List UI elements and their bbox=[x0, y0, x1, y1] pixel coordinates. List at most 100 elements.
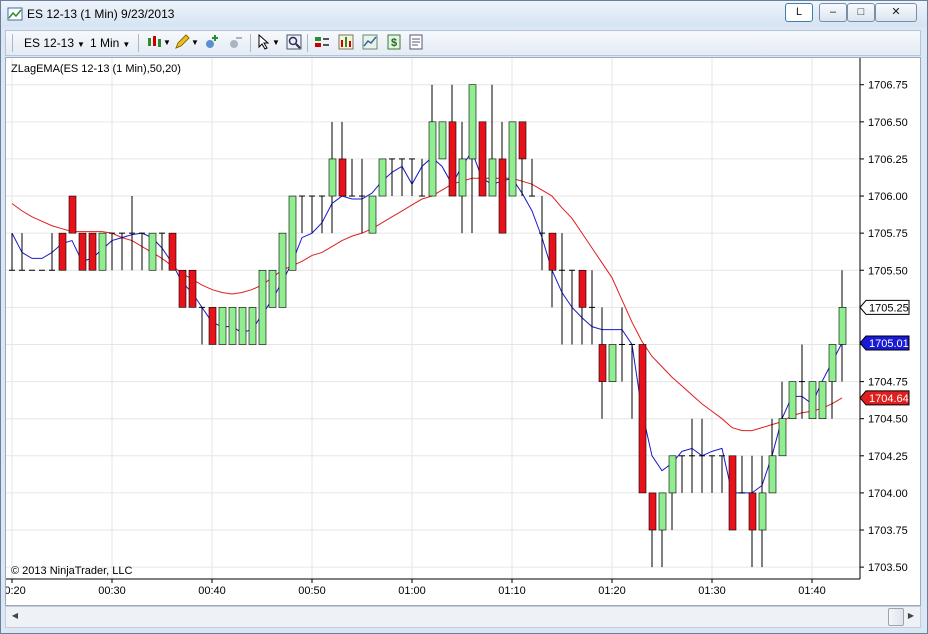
down-bar bbox=[578, 269, 587, 308]
up-bar bbox=[768, 455, 777, 494]
chart-window-icon bbox=[7, 7, 23, 21]
price-badge-label: 1705.01 bbox=[869, 338, 909, 350]
cursor-icon[interactable] bbox=[256, 34, 272, 50]
up-bar bbox=[248, 307, 257, 345]
title-bar[interactable]: ES 12-13 (1 Min) 9/23/2013 L – □ ✕ bbox=[1, 1, 927, 27]
up-bar bbox=[658, 492, 667, 531]
window-title: ES 12-13 (1 Min) 9/23/2013 bbox=[27, 7, 175, 21]
down-bar bbox=[548, 232, 557, 271]
chevron-down-icon[interactable]: ▼ bbox=[272, 34, 280, 52]
up-bar bbox=[608, 344, 617, 382]
up-bar bbox=[278, 232, 287, 308]
chart-window: ES 12-13 (1 Min) 9/23/2013 L – □ ✕ ES 12… bbox=[0, 0, 928, 634]
data-box-icon[interactable] bbox=[362, 34, 378, 50]
price-tick-label: 1705.75 bbox=[868, 228, 908, 240]
interval-label: 1 Min bbox=[90, 36, 120, 50]
time-tick-label: 01:20 bbox=[598, 585, 626, 597]
down-bar bbox=[478, 121, 487, 197]
price-badge-label: 1705.25 bbox=[869, 302, 909, 314]
time-axis[interactable]: 00:20 00:30 00:40 00:50 01:00 01:10 01:20 01:30… bbox=[0, 579, 826, 597]
close-button[interactable]: ✕ bbox=[875, 3, 917, 22]
down-bar bbox=[188, 269, 197, 308]
chevron-down-icon[interactable]: ▼ bbox=[191, 34, 199, 52]
layout-button[interactable]: L bbox=[785, 3, 813, 22]
down-bar bbox=[68, 195, 77, 234]
up-bar bbox=[228, 307, 237, 345]
candlestick-bars bbox=[9, 84, 847, 568]
money-icon[interactable]: $ bbox=[386, 34, 402, 50]
interval-selector[interactable]: 1 Min ▼ bbox=[90, 34, 130, 52]
maximize-button[interactable]: □ bbox=[847, 3, 875, 22]
fast-ema-line bbox=[11, 150, 843, 494]
chevron-down-icon[interactable]: ▼ bbox=[163, 34, 171, 52]
down-bar bbox=[208, 307, 217, 345]
horizontal-scrollbar[interactable]: ◀ ▶ bbox=[5, 606, 921, 628]
instrument-selector[interactable]: ES 12-13 ▼ bbox=[24, 34, 85, 52]
up-bar bbox=[368, 195, 377, 234]
up-bar bbox=[508, 121, 517, 197]
slow-ema-line bbox=[11, 177, 843, 432]
up-bar bbox=[428, 121, 437, 197]
up-bar bbox=[808, 381, 817, 419]
toolbar-separator bbox=[250, 34, 251, 52]
chart-toolbar: ES 12-13 ▼ 1 Min ▼ ▼ ▼ ▼ $ bbox=[5, 30, 921, 56]
pencil-draw-icon[interactable] bbox=[174, 34, 190, 50]
price-tick-label: 1704.00 bbox=[868, 488, 908, 500]
price-tick-label: 1705.50 bbox=[868, 265, 908, 277]
scroll-right-icon[interactable]: ▶ bbox=[904, 609, 918, 623]
up-bar bbox=[838, 307, 847, 345]
copyright-label: © 2013 NinjaTrader, LLC bbox=[11, 565, 132, 577]
up-bar bbox=[828, 344, 837, 382]
minimize-button[interactable]: – bbox=[819, 3, 847, 22]
down-bar bbox=[178, 269, 187, 308]
price-axis[interactable]: 1706.75 1706.50 1706.25 1706.00 1705.75 1705.… bbox=[860, 80, 908, 574]
up-bar bbox=[288, 195, 297, 271]
up-bar bbox=[218, 307, 227, 345]
price-tick-label: 1704.75 bbox=[868, 377, 908, 389]
scroll-left-icon[interactable]: ◀ bbox=[8, 609, 22, 623]
time-tick-label: 00:30 bbox=[98, 585, 126, 597]
price-tick-label: 1706.00 bbox=[868, 191, 908, 203]
down-bar bbox=[88, 232, 97, 271]
candlestick-style-icon[interactable] bbox=[146, 34, 162, 50]
up-bar bbox=[148, 232, 157, 271]
scrollbar-thumb[interactable] bbox=[888, 608, 904, 626]
price-badge-label: 1704.64 bbox=[869, 393, 909, 405]
up-bar bbox=[268, 269, 277, 308]
svg-text:$: $ bbox=[391, 37, 397, 49]
down-bar bbox=[338, 158, 347, 197]
price-tick-label: 1704.25 bbox=[868, 451, 908, 463]
time-tick-label: 00:40 bbox=[198, 585, 226, 597]
remove-indicator-icon[interactable] bbox=[228, 34, 244, 50]
price-tick-label: 1706.25 bbox=[868, 154, 908, 166]
instrument-label: ES 12-13 bbox=[24, 36, 75, 50]
down-bar bbox=[748, 492, 757, 531]
chevron-down-icon: ▼ bbox=[122, 40, 131, 49]
zoom-icon[interactable] bbox=[286, 34, 302, 50]
strategies-icon[interactable] bbox=[314, 34, 330, 50]
price-badges: 1705.25 1705.01 1704.64 bbox=[859, 299, 910, 406]
properties-icon[interactable] bbox=[408, 34, 424, 50]
down-bar bbox=[78, 232, 87, 271]
up-bar bbox=[458, 158, 467, 197]
up-bar bbox=[488, 158, 497, 197]
chart-bars-icon[interactable] bbox=[338, 34, 354, 50]
up-bar bbox=[668, 455, 677, 494]
price-tick-label: 1703.75 bbox=[868, 525, 908, 537]
up-bar bbox=[438, 121, 447, 160]
toolbar-separator bbox=[307, 34, 308, 52]
time-tick-label: 01:40 bbox=[798, 585, 826, 597]
time-tick-label: 00:50 bbox=[298, 585, 326, 597]
up-bar bbox=[788, 381, 797, 419]
up-bar bbox=[758, 492, 767, 531]
down-bar bbox=[518, 121, 527, 160]
add-indicator-icon[interactable] bbox=[204, 34, 220, 50]
time-tick-label: 01:00 bbox=[398, 585, 426, 597]
chevron-down-icon: ▼ bbox=[77, 40, 85, 49]
up-bar bbox=[258, 269, 267, 345]
price-chart[interactable]: 1706.75 1706.50 1706.25 1706.00 1705.75 1705.… bbox=[0, 58, 920, 605]
down-bar bbox=[598, 344, 607, 382]
down-bar bbox=[58, 232, 67, 271]
up-bar bbox=[238, 307, 247, 345]
chart-panel[interactable]: 1706.75 1706.50 1706.25 1706.00 1705.75 1705.… bbox=[0, 57, 921, 606]
